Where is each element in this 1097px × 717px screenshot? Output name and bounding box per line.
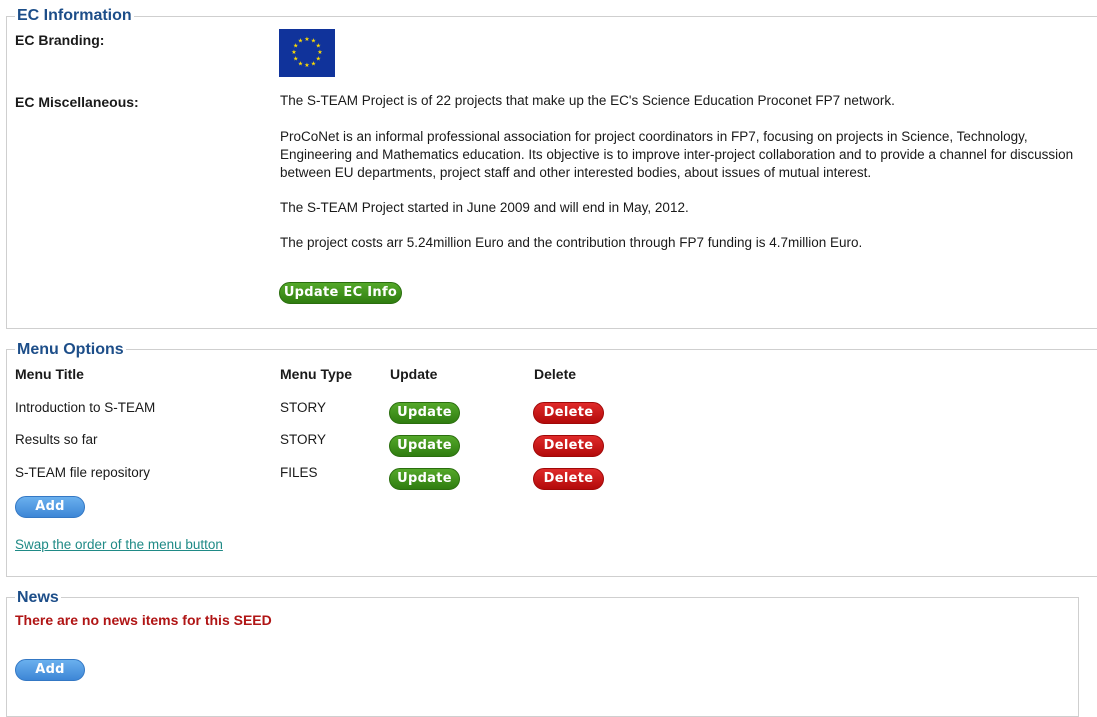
ec-misc-paragraph-1: The S-TEAM Project is of 22 projects tha…: [280, 93, 895, 108]
news-empty-message: There are no news items for this SEED: [15, 612, 272, 628]
menu-row-type: STORY: [280, 432, 327, 447]
svg-text:★: ★: [311, 60, 316, 67]
menu-row-update-button[interactable]: Update: [389, 468, 460, 490]
svg-text:★: ★: [304, 36, 309, 43]
menu-title-header: Menu Title: [15, 366, 84, 382]
news-legend: News: [15, 589, 61, 607]
ec-branding-label: EC Branding:: [15, 32, 105, 48]
menu-type-header: Menu Type: [280, 366, 353, 382]
ec-misc-paragraph-3: The S-TEAM Project started in June 2009 …: [280, 200, 689, 215]
svg-text:★: ★: [304, 62, 309, 69]
menu-delete-header: Delete: [534, 366, 577, 382]
eu-flag-stars: ★ ★ ★ ★ ★ ★ ★ ★ ★ ★ ★ ★: [291, 36, 322, 69]
menu-row-title: Results so far: [15, 432, 98, 447]
menu-row-update-button[interactable]: Update: [389, 402, 460, 424]
ec-misc-paragraph-2: ProCoNet is an informal professional ass…: [280, 129, 1074, 180]
ec-misc-paragraph-4: The project costs arr 5.24million Euro a…: [280, 235, 863, 250]
menu-update-header: Update: [390, 366, 438, 382]
svg-text:★: ★: [293, 56, 298, 63]
update-ec-info-button[interactable]: Update EC Info: [279, 282, 402, 304]
menu-row-update-button[interactable]: Update: [389, 435, 460, 457]
menu-row-delete-button[interactable]: Delete: [533, 402, 604, 424]
menu-options-legend: Menu Options: [15, 341, 126, 359]
menu-row-title: S-TEAM file repository: [15, 465, 151, 480]
eu-flag-icon: ★ ★ ★ ★ ★ ★ ★ ★ ★ ★ ★ ★: [279, 29, 335, 77]
svg-text:★: ★: [298, 38, 303, 45]
menu-row-type: STORY: [280, 400, 327, 415]
menu-row-delete-button[interactable]: Delete: [533, 468, 604, 490]
menu-row-delete-button[interactable]: Delete: [533, 435, 604, 457]
ec-information-legend: EC Information: [15, 7, 134, 25]
swap-menu-order-link[interactable]: Swap the order of the menu button: [15, 536, 223, 553]
svg-text:★: ★: [291, 49, 296, 56]
svg-text:★: ★: [316, 56, 321, 63]
svg-text:★: ★: [298, 60, 303, 67]
ec-miscellaneous-label: EC Miscellaneous:: [15, 94, 139, 110]
news-add-button[interactable]: Add: [15, 659, 85, 681]
menu-add-button[interactable]: Add: [15, 496, 85, 518]
menu-row-title: Introduction to S-TEAM: [15, 400, 156, 415]
menu-row-type: FILES: [280, 465, 318, 480]
